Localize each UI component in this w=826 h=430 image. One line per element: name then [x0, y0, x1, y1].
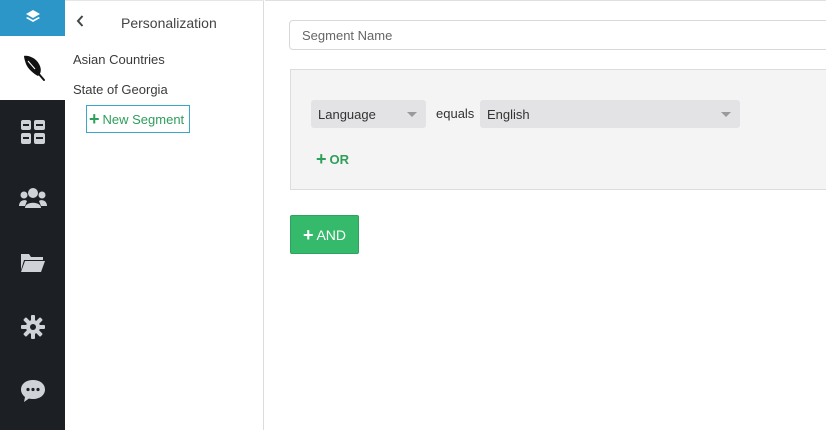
feather-icon [18, 52, 48, 85]
plus-icon: + [302, 224, 314, 245]
rail-item-settings[interactable] [0, 308, 65, 348]
sidebar-top-divider [65, 0, 264, 1]
plus-icon: + [316, 149, 327, 169]
layers-icon [25, 9, 41, 28]
chevron-left-icon [76, 14, 84, 30]
chat-icon [20, 378, 46, 407]
rail-item-personalization[interactable] [0, 36, 65, 100]
users-icon [18, 186, 47, 213]
main-top-divider [265, 0, 826, 1]
caret-down-icon [407, 112, 417, 117]
icon-rail [0, 0, 65, 430]
or-label: OR [329, 151, 350, 167]
segment-item-state-of-georgia[interactable]: State of Georgia [73, 82, 168, 97]
plus-icon: + [89, 109, 100, 129]
rail-item-dashboard[interactable] [0, 113, 65, 153]
field-select[interactable]: Language [311, 100, 426, 128]
caret-down-icon [721, 112, 731, 117]
new-segment-button[interactable]: + New Segment [86, 105, 190, 133]
sidebar-title: Personalization [121, 15, 217, 31]
app-logo[interactable] [0, 0, 65, 36]
rail-item-files[interactable] [0, 243, 65, 283]
field-select-value: Language [318, 106, 376, 122]
value-select-value: English [487, 106, 530, 122]
segment-item-asian-countries[interactable]: Asian Countries [73, 52, 165, 67]
new-segment-label: New Segment [102, 111, 185, 127]
gear-icon [20, 314, 45, 342]
folder-icon [20, 251, 46, 276]
dashboard-grid-icon [20, 119, 46, 148]
rail-item-chat[interactable] [0, 372, 65, 412]
operator-label: equals [436, 106, 475, 121]
back-button[interactable] [74, 14, 86, 30]
add-or-button[interactable]: + OR [316, 150, 349, 168]
rule-group [290, 69, 826, 190]
and-label: AND [316, 226, 347, 243]
rail-item-users[interactable] [0, 179, 65, 219]
value-select[interactable]: English [480, 100, 740, 128]
add-and-button[interactable]: + AND [290, 215, 359, 254]
segment-name-input[interactable] [289, 20, 826, 50]
